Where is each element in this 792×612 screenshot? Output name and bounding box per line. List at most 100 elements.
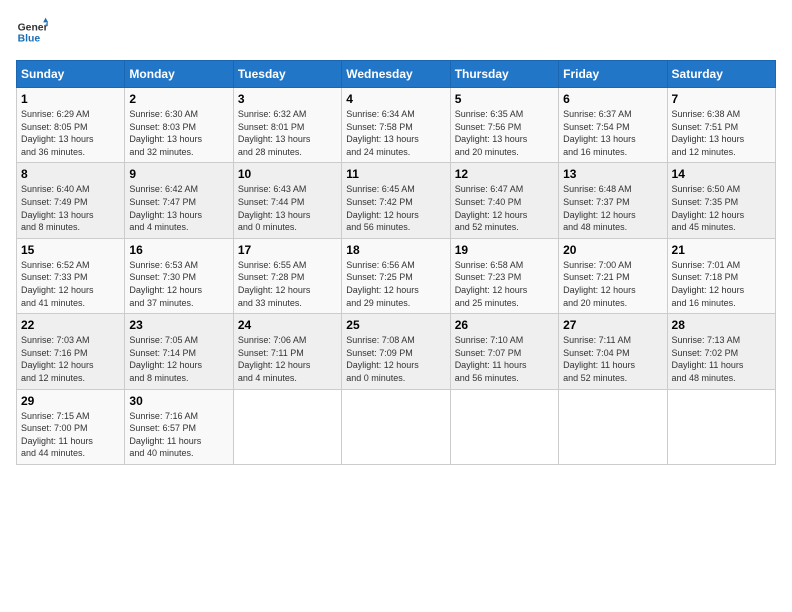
svg-text:Blue: Blue [18,34,41,45]
day-info: Sunrise: 6:48 AMSunset: 7:37 PMDaylight:… [563,183,662,233]
calendar-cell: 28 Sunrise: 7:13 AMSunset: 7:02 PMDayligh… [667,314,775,389]
calendar-cell: 7 Sunrise: 6:38 AMSunset: 7:51 PMDaylight… [667,88,775,163]
day-number: 26 [455,318,554,332]
calendar-cell: 23 Sunrise: 7:05 AMSunset: 7:14 PMDayligh… [125,314,233,389]
header-friday: Friday [559,61,667,88]
page-header: General Blue [16,16,776,48]
calendar-cell: 10 Sunrise: 6:43 AMSunset: 7:44 PMDayligh… [233,163,341,238]
day-info: Sunrise: 6:58 AMSunset: 7:23 PMDaylight:… [455,259,554,309]
calendar-cell: 29 Sunrise: 7:15 AMSunset: 7:00 PMDayligh… [17,389,125,464]
logo-icon: General Blue [16,16,48,48]
calendar-cell: 5 Sunrise: 6:35 AMSunset: 7:56 PMDaylight… [450,88,558,163]
calendar-cell: 13 Sunrise: 6:48 AMSunset: 7:37 PMDayligh… [559,163,667,238]
day-number: 5 [455,92,554,106]
day-number: 2 [129,92,228,106]
day-info: Sunrise: 6:38 AMSunset: 7:51 PMDaylight:… [672,108,771,158]
day-number: 6 [563,92,662,106]
calendar-cell: 12 Sunrise: 6:47 AMSunset: 7:40 PMDayligh… [450,163,558,238]
day-info: Sunrise: 6:34 AMSunset: 7:58 PMDaylight:… [346,108,445,158]
calendar-week-4: 22Sunrise: 7:03 AMSunset: 7:16 PMDayligh… [17,314,776,389]
calendar-cell: 19 Sunrise: 6:58 AMSunset: 7:23 PMDayligh… [450,238,558,313]
calendar-cell: 18Sunrise: 6:56 AMSunset: 7:25 PMDayligh… [342,238,450,313]
day-info: Sunrise: 7:08 AMSunset: 7:09 PMDaylight:… [346,334,445,384]
header-wednesday: Wednesday [342,61,450,88]
day-number: 8 [21,167,120,181]
day-number: 29 [21,394,120,408]
day-info: Sunrise: 7:13 AMSunset: 7:02 PMDaylight:… [672,334,771,384]
day-info: Sunrise: 7:10 AMSunset: 7:07 PMDaylight:… [455,334,554,384]
day-number: 17 [238,243,337,257]
header-sunday: Sunday [17,61,125,88]
day-info: Sunrise: 6:45 AMSunset: 7:42 PMDaylight:… [346,183,445,233]
calendar-cell: 6Sunrise: 6:37 AMSunset: 7:54 PMDaylight… [559,88,667,163]
day-info: Sunrise: 7:00 AMSunset: 7:21 PMDaylight:… [563,259,662,309]
day-number: 12 [455,167,554,181]
day-number: 28 [672,318,771,332]
day-info: Sunrise: 6:35 AMSunset: 7:56 PMDaylight:… [455,108,554,158]
day-info: Sunrise: 6:30 AMSunset: 8:03 PMDaylight:… [129,108,228,158]
day-info: Sunrise: 7:05 AMSunset: 7:14 PMDaylight:… [129,334,228,384]
day-number: 24 [238,318,337,332]
day-info: Sunrise: 7:15 AMSunset: 7:00 PMDaylight:… [21,410,120,460]
day-number: 7 [672,92,771,106]
day-number: 13 [563,167,662,181]
day-info: Sunrise: 6:32 AMSunset: 8:01 PMDaylight:… [238,108,337,158]
calendar-cell: 2 Sunrise: 6:30 AMSunset: 8:03 PMDaylight… [125,88,233,163]
day-number: 11 [346,167,445,181]
day-info: Sunrise: 6:43 AMSunset: 7:44 PMDaylight:… [238,183,337,233]
calendar-cell: 24 Sunrise: 7:06 AMSunset: 7:11 PMDayligh… [233,314,341,389]
calendar-week-3: 15Sunrise: 6:52 AMSunset: 7:33 PMDayligh… [17,238,776,313]
calendar-cell: 25 Sunrise: 7:08 AMSunset: 7:09 PMDayligh… [342,314,450,389]
day-info: Sunrise: 6:52 AMSunset: 7:33 PMDaylight:… [21,259,120,309]
day-number: 9 [129,167,228,181]
calendar-table: SundayMondayTuesdayWednesdayThursdayFrid… [16,60,776,465]
calendar-cell: 16 Sunrise: 6:53 AMSunset: 7:30 PMDayligh… [125,238,233,313]
calendar-cell: 17 Sunrise: 6:55 AMSunset: 7:28 PMDayligh… [233,238,341,313]
day-number: 25 [346,318,445,332]
day-info: Sunrise: 6:55 AMSunset: 7:28 PMDaylight:… [238,259,337,309]
calendar-cell: 3 Sunrise: 6:32 AMSunset: 8:01 PMDaylight… [233,88,341,163]
day-info: Sunrise: 6:29 AMSunset: 8:05 PMDaylight:… [21,108,120,158]
calendar-cell: 11 Sunrise: 6:45 AMSunset: 7:42 PMDayligh… [342,163,450,238]
calendar-cell [233,389,341,464]
day-info: Sunrise: 7:01 AMSunset: 7:18 PMDaylight:… [672,259,771,309]
calendar-week-2: 8Sunrise: 6:40 AMSunset: 7:49 PMDaylight… [17,163,776,238]
calendar-cell: 8Sunrise: 6:40 AMSunset: 7:49 PMDaylight… [17,163,125,238]
day-number: 23 [129,318,228,332]
header-thursday: Thursday [450,61,558,88]
day-number: 27 [563,318,662,332]
logo: General Blue [16,16,48,48]
day-number: 30 [129,394,228,408]
day-number: 10 [238,167,337,181]
day-number: 14 [672,167,771,181]
day-info: Sunrise: 7:16 AMSunset: 6:57 PMDaylight:… [129,410,228,460]
day-info: Sunrise: 7:11 AMSunset: 7:04 PMDaylight:… [563,334,662,384]
day-number: 4 [346,92,445,106]
header-tuesday: Tuesday [233,61,341,88]
calendar-cell: 20 Sunrise: 7:00 AMSunset: 7:21 PMDayligh… [559,238,667,313]
day-info: Sunrise: 6:42 AMSunset: 7:47 PMDaylight:… [129,183,228,233]
calendar-cell [342,389,450,464]
day-number: 16 [129,243,228,257]
calendar-cell [667,389,775,464]
calendar-cell: 22Sunrise: 7:03 AMSunset: 7:16 PMDayligh… [17,314,125,389]
day-info: Sunrise: 6:47 AMSunset: 7:40 PMDaylight:… [455,183,554,233]
day-number: 3 [238,92,337,106]
calendar-cell: 14 Sunrise: 6:50 AMSunset: 7:35 PMDayligh… [667,163,775,238]
day-number: 22 [21,318,120,332]
day-info: Sunrise: 6:56 AMSunset: 7:25 PMDaylight:… [346,259,445,309]
day-info: Sunrise: 6:50 AMSunset: 7:35 PMDaylight:… [672,183,771,233]
day-info: Sunrise: 6:53 AMSunset: 7:30 PMDaylight:… [129,259,228,309]
day-info: Sunrise: 7:06 AMSunset: 7:11 PMDaylight:… [238,334,337,384]
calendar-cell: 27 Sunrise: 7:11 AMSunset: 7:04 PMDayligh… [559,314,667,389]
day-number: 1 [21,92,120,106]
calendar-cell [450,389,558,464]
calendar-cell: 15Sunrise: 6:52 AMSunset: 7:33 PMDayligh… [17,238,125,313]
header-monday: Monday [125,61,233,88]
day-number: 20 [563,243,662,257]
calendar-week-1: 1 Sunrise: 6:29 AMSunset: 8:05 PMDaylight… [17,88,776,163]
calendar-cell: 1 Sunrise: 6:29 AMSunset: 8:05 PMDaylight… [17,88,125,163]
day-number: 19 [455,243,554,257]
calendar-cell: 9 Sunrise: 6:42 AMSunset: 7:47 PMDaylight… [125,163,233,238]
calendar-cell: 30 Sunrise: 7:16 AMSunset: 6:57 PMDayligh… [125,389,233,464]
